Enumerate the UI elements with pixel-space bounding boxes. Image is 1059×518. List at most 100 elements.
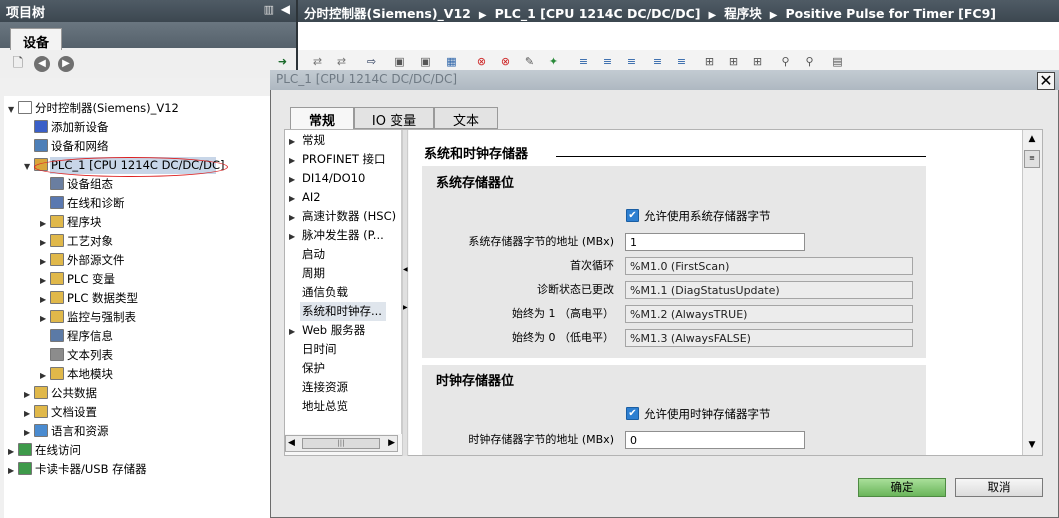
nav-item[interactable]: 连接资源: [289, 378, 399, 397]
tree-item[interactable]: ▶ 文档设置: [24, 403, 97, 422]
tree-item[interactable]: 设备和网络: [24, 137, 109, 156]
nav-item[interactable]: 保护: [289, 359, 399, 378]
collapsed-icon[interactable]: ▶: [40, 214, 50, 233]
collapsed-icon[interactable]: ▶: [24, 404, 34, 423]
collapsed-icon[interactable]: ▶: [24, 423, 34, 442]
tree-item[interactable]: ▶ PLC 变量: [40, 270, 115, 289]
nav-item[interactable]: ▶ AI2: [289, 188, 399, 207]
breadcrumb-item[interactable]: 程序块: [724, 6, 762, 21]
toolbar-icon[interactable]: ≡: [674, 55, 689, 69]
clock-memory-address-input[interactable]: 0: [625, 431, 805, 449]
tree-item[interactable]: 添加新设备: [24, 118, 109, 137]
tree-item[interactable]: ▶ 外部源文件: [40, 251, 125, 270]
toolbar-icon[interactable]: ⊞: [702, 55, 717, 69]
nav-expand-icon[interactable]: ▶: [289, 132, 302, 150]
toolbar-icon[interactable]: ✎: [522, 55, 537, 69]
tree-item[interactable]: ▶ 语言和资源: [24, 422, 109, 441]
tab-text[interactable]: 文本: [434, 107, 498, 129]
tab-io-tags[interactable]: IO 变量: [354, 107, 434, 129]
nav-expand-icon[interactable]: ▶: [289, 170, 302, 188]
toolbar-icon[interactable]: ⊞: [726, 55, 741, 69]
tree-item[interactable]: ▶ 公共数据: [24, 384, 97, 403]
nav-expand-icon[interactable]: ▶: [289, 151, 302, 169]
nav-item[interactable]: 启动: [289, 245, 399, 264]
forward-icon[interactable]: ▶: [58, 56, 74, 72]
system-memory-checkbox[interactable]: ✔: [626, 209, 639, 222]
collapsed-icon[interactable]: ▶: [24, 385, 34, 404]
nav-item[interactable]: ▶ PROFINET 接口: [289, 150, 399, 169]
collapsed-icon[interactable]: ▶: [40, 233, 50, 252]
nav-item[interactable]: ▶ Web 服务器: [289, 321, 399, 340]
toolbar-icon[interactable]: ≡: [600, 55, 615, 69]
nav-item[interactable]: ▶ 常规: [289, 131, 399, 150]
nav-item[interactable]: ▶ 脉冲发生器 (P...: [289, 226, 399, 245]
toolbar-icon[interactable]: ⇄: [310, 55, 325, 69]
tree-item[interactable]: ▶ 工艺对象: [40, 232, 113, 251]
collapse-left-icon[interactable]: ◀: [281, 2, 290, 16]
breadcrumb-item[interactable]: Positive Pulse for Timer [FC9]: [785, 6, 996, 21]
breadcrumb-item[interactable]: PLC_1 [CPU 1214C DC/DC/DC]: [495, 6, 701, 21]
scroll-down-icon[interactable]: ▼: [1024, 438, 1040, 452]
collapsed-icon[interactable]: ▶: [8, 461, 18, 480]
nav-item[interactable]: 系统和时钟存...: [289, 302, 399, 321]
nav-item[interactable]: 周期: [289, 264, 399, 283]
nav-item[interactable]: ▶ 高速计数器 (HSC): [289, 207, 399, 226]
toolbar-icon[interactable]: ▣: [392, 55, 407, 69]
nav-expand-icon[interactable]: ▶: [289, 322, 302, 340]
tree-item[interactable]: ▶ PLC 数据类型: [40, 289, 138, 308]
expand-nav-icon[interactable]: ▶: [403, 304, 408, 311]
toolbar-icon[interactable]: ⊞: [750, 55, 765, 69]
tree-item[interactable]: ▶ 在线访问: [8, 441, 81, 460]
nav-expand-icon[interactable]: ▶: [289, 227, 302, 245]
clock-memory-checkbox[interactable]: ✔: [626, 407, 639, 420]
breadcrumb-item[interactable]: 分时控制器(Siemens)_V12: [304, 6, 471, 21]
collapsed-icon[interactable]: ▶: [40, 366, 50, 385]
tree-item[interactable]: ▼ 分时控制器(Siemens)_V12: [8, 99, 179, 118]
cancel-button[interactable]: 取消: [955, 478, 1043, 497]
collapsed-icon[interactable]: ▶: [40, 290, 50, 309]
collapsed-icon[interactable]: ▶: [40, 252, 50, 271]
tree-item[interactable]: ▶ 卡读卡器/USB 存储器: [8, 460, 147, 479]
toolbar-icon[interactable]: ⚲: [802, 55, 817, 69]
toolbar-icon[interactable]: ≡: [650, 55, 665, 69]
download-icon[interactable]: ⇨: [364, 55, 379, 69]
toolbar-icon[interactable]: ▤: [830, 55, 845, 69]
nav-item[interactable]: 日时间: [289, 340, 399, 359]
scroll-left-icon[interactable]: ◀: [288, 436, 295, 451]
tree-item[interactable]: 程序信息: [40, 327, 113, 346]
toolbar-icon[interactable]: ⇄: [334, 55, 349, 69]
collapse-nav-icon[interactable]: ◀: [403, 266, 408, 273]
collapsed-icon[interactable]: ▶: [40, 271, 50, 290]
toolbar-icon[interactable]: ✦: [546, 55, 561, 69]
tree-item[interactable]: 在线和诊断: [40, 194, 125, 213]
nav-expand-icon[interactable]: ▶: [289, 189, 302, 207]
pin-icon[interactable]: ▥: [264, 3, 274, 16]
toolbar-icon[interactable]: ⊗: [474, 55, 489, 69]
collapsed-icon[interactable]: ▶: [8, 442, 18, 461]
scroll-up-icon[interactable]: ▲: [1024, 132, 1040, 146]
nav-item[interactable]: 地址总览: [289, 397, 399, 416]
toolbar-icon[interactable]: ≡: [624, 55, 639, 69]
new-item-icon[interactable]: 🗋: [10, 56, 26, 72]
nav-splitter[interactable]: ◀ ▶: [402, 130, 408, 456]
scroll-thumb[interactable]: ≡: [1024, 150, 1040, 168]
tree-item[interactable]: 设备组态: [40, 175, 113, 194]
ok-button[interactable]: 确定: [858, 478, 946, 497]
nav-item[interactable]: 通信负载: [289, 283, 399, 302]
tree-item[interactable]: ▶ 程序块: [40, 213, 102, 232]
scroll-right-icon[interactable]: ▶: [388, 436, 395, 451]
expanded-icon[interactable]: ▼: [8, 100, 18, 119]
content-vertical-scrollbar[interactable]: [1022, 130, 1042, 455]
tree-item[interactable]: ▶ 本地模块: [40, 365, 113, 384]
nav-item[interactable]: ▶ DI14/DO10: [289, 169, 399, 188]
collapsed-icon[interactable]: ▶: [40, 309, 50, 328]
close-icon[interactable]: ✕: [1037, 72, 1055, 90]
toolbar-icon[interactable]: ▣: [418, 55, 433, 69]
nav-horizontal-scrollbar[interactable]: ◀ ||| ▶: [285, 435, 398, 452]
tab-general[interactable]: 常规: [290, 107, 354, 130]
nav-expand-icon[interactable]: ▶: [289, 208, 302, 226]
expanded-icon[interactable]: ▼: [24, 157, 34, 176]
tree-item[interactable]: 文本列表: [40, 346, 113, 365]
tree-item[interactable]: ▶ 监控与强制表: [40, 308, 136, 327]
back-icon[interactable]: ◀: [34, 56, 50, 72]
